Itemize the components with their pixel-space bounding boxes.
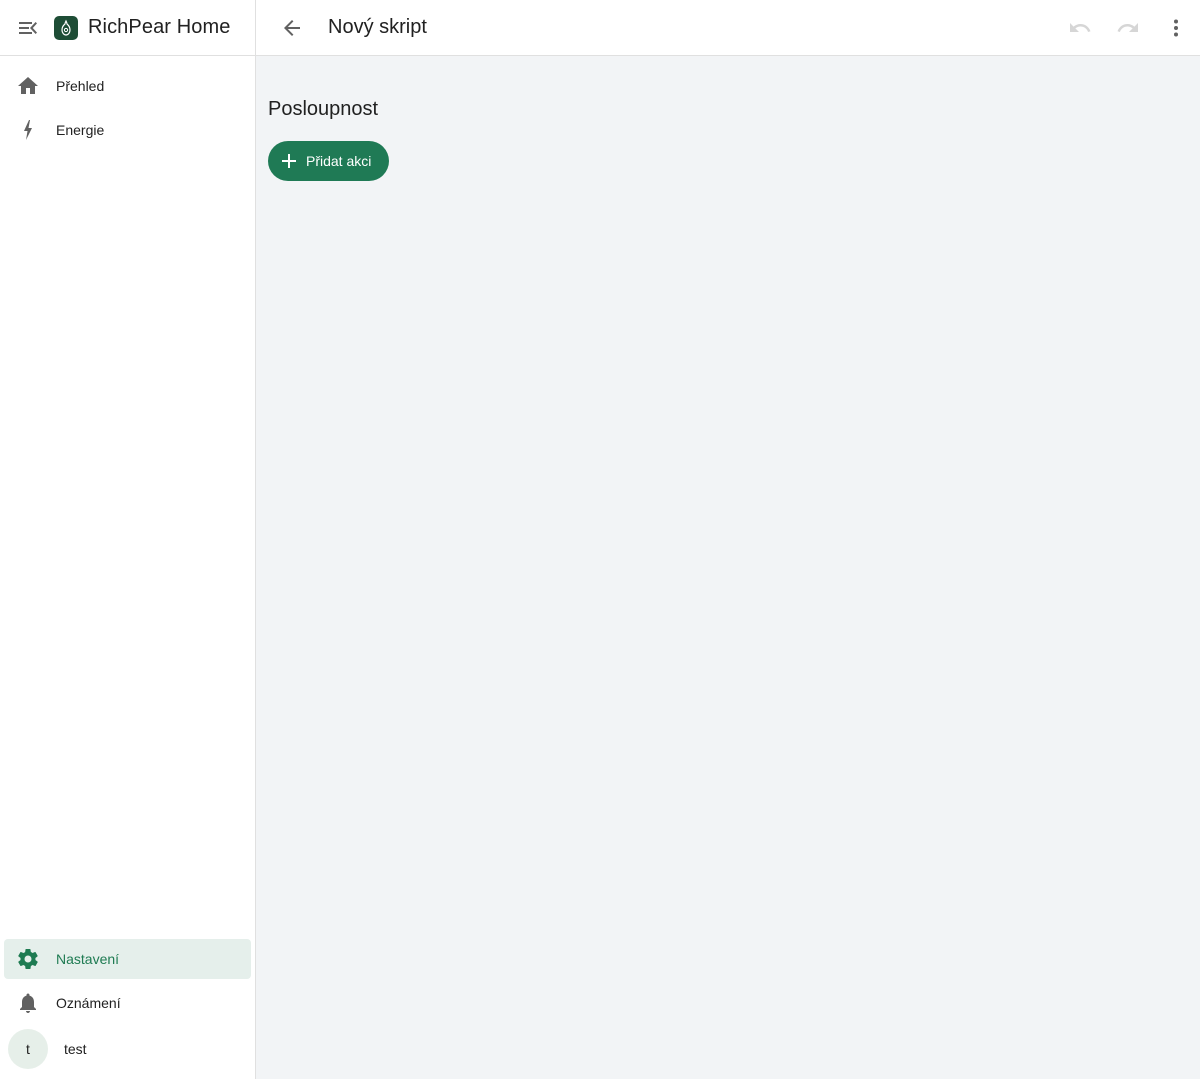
app-logo	[54, 15, 78, 40]
user-name: test	[64, 1041, 87, 1057]
section-title: Posloupnost	[268, 98, 379, 120]
sidebar-item-settings[interactable]: Nastavení	[4, 939, 251, 979]
add-action-label: Přidat akci	[306, 153, 372, 169]
top-actions	[1068, 16, 1188, 40]
bell-icon	[16, 991, 40, 1015]
main-content: Nový skript Posloupnost Přidat akci	[256, 0, 1200, 1079]
page-title: Nový skript	[328, 16, 427, 38]
avatar: t	[8, 1029, 48, 1069]
app-title: RichPear Home	[88, 16, 231, 38]
sidebar-item-label: Nastavení	[56, 951, 120, 967]
add-action-button[interactable]: Přidat akci	[268, 141, 389, 181]
sidebar-header: RichPear Home	[0, 0, 255, 56]
lightning-icon	[16, 118, 40, 142]
redo-icon[interactable]	[1116, 16, 1140, 40]
sidebar-bottom-nav: Nastavení Oznámení t test	[0, 935, 255, 1071]
gear-icon	[16, 947, 40, 971]
sidebar-user[interactable]: t test	[0, 1027, 255, 1071]
home-icon	[16, 74, 40, 98]
menu-collapse-icon[interactable]	[16, 16, 40, 40]
sidebar-item-overview[interactable]: Přehled	[4, 66, 251, 106]
plus-icon	[282, 154, 296, 168]
sidebar-item-energy[interactable]: Energie	[4, 110, 251, 150]
top-bar: Nový skript	[256, 0, 1200, 56]
sidebar: RichPear Home Přehled Energie Nastavení	[0, 0, 256, 1079]
sidebar-item-label: Přehled	[56, 78, 105, 94]
sidebar-item-label: Oznámení	[56, 995, 121, 1011]
sidebar-item-label: Energie	[56, 122, 105, 138]
sidebar-item-notifications[interactable]: Oznámení	[4, 983, 251, 1023]
more-vertical-icon[interactable]	[1164, 16, 1188, 40]
undo-icon[interactable]	[1068, 16, 1092, 40]
sidebar-nav: Přehled Energie	[0, 56, 255, 150]
back-arrow-icon[interactable]	[280, 16, 304, 40]
script-editor: Posloupnost Přidat akci	[256, 96, 1200, 181]
